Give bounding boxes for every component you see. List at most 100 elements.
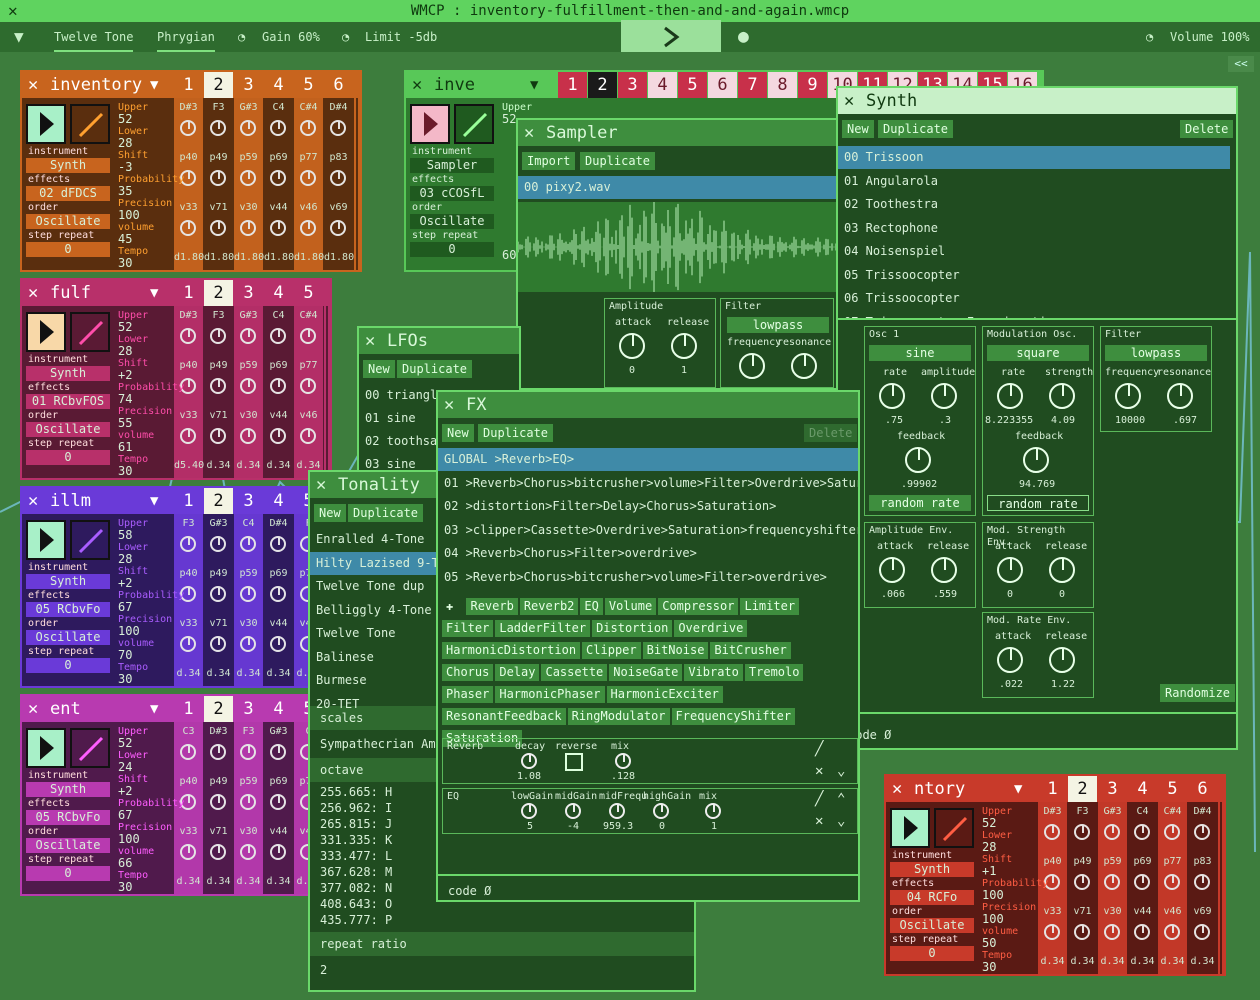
step-note[interactable]: D#3 (174, 102, 203, 113)
duplicate-button[interactable]: Duplicate (348, 504, 424, 522)
step-knob[interactable] (300, 378, 316, 394)
step-toggle[interactable]: 5 (1158, 776, 1187, 802)
step-velocity[interactable]: p49 (204, 776, 233, 787)
step-velocity[interactable]: p40 (174, 152, 203, 163)
step-knob[interactable] (1164, 924, 1180, 940)
effect-chip[interactable]: HarmonicPhaser (495, 686, 605, 703)
step-note[interactable]: G#3 (204, 518, 233, 529)
step-toggle[interactable]: 4 (264, 488, 293, 514)
step-knob[interactable] (180, 220, 196, 236)
step-repeat-value[interactable]: 0 (26, 866, 110, 881)
fx-chain-item[interactable]: 02 >distortion>Filter>Delay>Chorus>Satur… (438, 495, 858, 518)
step-knob[interactable] (210, 794, 226, 810)
tempo-value[interactable]: 30 (118, 672, 132, 686)
release-knob[interactable] (931, 557, 957, 583)
effect-chip[interactable]: HarmonicDistortion (442, 642, 581, 659)
step-knob[interactable] (300, 328, 316, 344)
effect-chip[interactable]: Cassette (541, 664, 608, 681)
close-icon[interactable]: ✕ (28, 696, 38, 722)
step-duration[interactable]: d.34 (264, 668, 293, 679)
new-button[interactable]: New (363, 360, 395, 378)
step-knob[interactable] (1074, 874, 1090, 890)
step-knob[interactable] (300, 428, 316, 444)
synth-list-item[interactable]: 03 Rectophone (838, 217, 1230, 240)
chevron-down-icon[interactable]: ▼ (150, 696, 158, 722)
lower-value[interactable]: 28 (982, 840, 996, 854)
shift-value[interactable]: +2 (118, 784, 132, 798)
volume-value[interactable]: 50 (982, 936, 996, 950)
step-knob[interactable] (1104, 874, 1120, 890)
prob-value[interactable]: 74 (118, 392, 132, 406)
step-duration[interactable]: d.34 (174, 668, 203, 679)
effect-chip[interactable]: NoiseGate (609, 664, 683, 681)
mid-gain-knob[interactable] (565, 803, 581, 819)
step-toggle[interactable]: 4 (264, 280, 293, 306)
master-volume[interactable]: Volume 100% (1170, 22, 1249, 52)
duplicate-button[interactable]: Duplicate (397, 360, 473, 378)
step-duration[interactable]: d1.80 (324, 252, 354, 263)
close-icon[interactable]: ✕ (444, 392, 454, 418)
step-knob[interactable] (270, 220, 286, 236)
prob-value[interactable]: 35 (118, 184, 132, 198)
step-duration[interactable]: d.34 (204, 876, 233, 887)
step-volume[interactable]: v33 (174, 202, 203, 213)
release-knob[interactable] (1049, 557, 1075, 583)
step-toggle[interactable]: 1 (558, 72, 587, 98)
step-knob[interactable] (180, 744, 196, 760)
instrument-select[interactable]: Synth (26, 574, 110, 589)
step-velocity[interactable]: p59 (234, 360, 263, 371)
limit-value[interactable]: Limit -5db (365, 22, 437, 52)
volume-knob-icon[interactable]: ◔ (1146, 22, 1153, 52)
step-knob[interactable] (240, 120, 256, 136)
step-note[interactable]: F3 (204, 102, 233, 113)
step-knob[interactable] (210, 844, 226, 860)
step-repeat-value[interactable]: 0 (26, 242, 110, 257)
step-toggle[interactable]: 3 (234, 488, 263, 514)
step-knob[interactable] (240, 844, 256, 860)
mix-knob[interactable] (615, 753, 631, 769)
instrument-select[interactable]: Synth (26, 366, 110, 381)
step-volume[interactable]: v71 (204, 202, 233, 213)
step-knob[interactable] (1134, 924, 1150, 940)
step-duration[interactable]: d.34 (264, 876, 293, 887)
effect-chip[interactable]: ResonantFeedback (442, 708, 566, 725)
step-knob[interactable] (1044, 824, 1060, 840)
release-knob[interactable] (671, 333, 697, 359)
effect-chip[interactable]: Volume (604, 598, 657, 615)
close-icon[interactable]: ✕ (316, 472, 326, 498)
step-toggle[interactable]: 1 (1038, 776, 1067, 802)
step-velocity[interactable]: p40 (1038, 856, 1067, 867)
chevron-down-icon[interactable]: ▼ (1014, 776, 1022, 802)
fx-chain-item[interactable]: 05 >Reverb>Chorus>bitcrusher>volume>Filt… (438, 566, 858, 589)
step-knob[interactable] (240, 586, 256, 602)
step-volume[interactable]: v44 (264, 826, 293, 837)
synth-list-item[interactable]: 01 Angularola (838, 170, 1230, 193)
step-note[interactable]: F3 (174, 518, 203, 529)
step-knob[interactable] (270, 844, 286, 860)
synth-list-item[interactable]: 02 Toothestra (838, 193, 1230, 216)
step-note[interactable]: C#4 (1158, 806, 1187, 817)
volume-value[interactable]: 61 (118, 440, 132, 454)
step-duration[interactable]: d.34 (204, 460, 233, 471)
step-duration[interactable]: d1.80 (234, 252, 264, 263)
step-knob[interactable] (300, 120, 316, 136)
step-note[interactable]: G#3 (1098, 806, 1127, 817)
edit-icon[interactable]: ╱ (815, 742, 823, 756)
step-velocity[interactable]: p49 (204, 152, 233, 163)
close-icon[interactable]: ✕ (412, 72, 422, 98)
step-knob[interactable] (1194, 924, 1210, 940)
step-knob[interactable] (210, 220, 226, 236)
step-knob[interactable] (270, 744, 286, 760)
play-button[interactable] (26, 520, 66, 560)
step-velocity[interactable]: p59 (1098, 856, 1127, 867)
step-note[interactable]: F3 (234, 726, 263, 737)
step-knob[interactable] (330, 220, 346, 236)
step-velocity[interactable]: p77 (294, 152, 323, 163)
instrument-select[interactable]: Synth (26, 158, 110, 173)
play-button[interactable] (410, 104, 450, 144)
step-note[interactable]: G#3 (234, 102, 263, 113)
low-gain-knob[interactable] (521, 803, 537, 819)
effect-chip[interactable]: Vibrato (684, 664, 743, 681)
step-knob[interactable] (210, 170, 226, 186)
step-velocity[interactable]: p69 (1128, 856, 1157, 867)
